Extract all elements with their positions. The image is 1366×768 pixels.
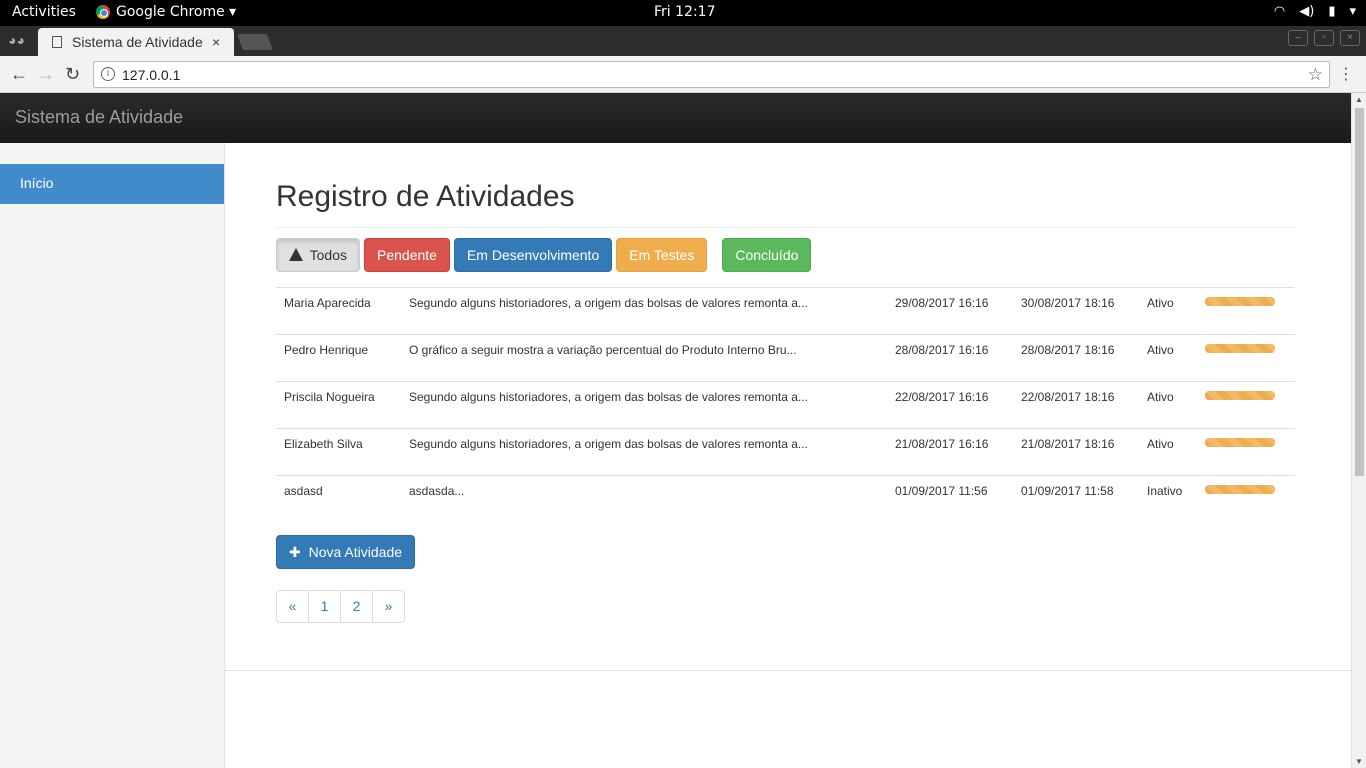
- activity-start: 01/09/2017 11:56: [895, 484, 988, 498]
- table-row[interactable]: Maria Aparecida Segundo alguns historiad…: [276, 287, 1295, 334]
- activity-name: Priscila Nogueira: [284, 390, 375, 404]
- activity-end: 28/08/2017 18:16: [1021, 343, 1115, 357]
- new-tab-button[interactable]: [237, 34, 273, 50]
- back-button[interactable]: ←: [10, 64, 28, 85]
- main-content: Registro de Atividades Todos Pendente Em…: [225, 143, 1351, 671]
- page-icon: [52, 36, 62, 48]
- battery-icon: ▮: [1328, 4, 1336, 19]
- activity-description: asdasda...: [409, 484, 465, 498]
- activity-description: Segundo alguns historiadores, a origem d…: [409, 437, 808, 451]
- filter-em-testes-button[interactable]: Em Testes: [616, 238, 708, 272]
- bookmark-star-icon[interactable]: ☆: [1308, 65, 1323, 85]
- activity-status: Ativo: [1147, 437, 1174, 451]
- activity-progress-bar: [1205, 344, 1275, 353]
- table-row[interactable]: asdasd asdasda... 01/09/2017 11:56 01/09…: [276, 475, 1295, 522]
- scroll-up-arrow-icon[interactable]: ▲: [1355, 95, 1363, 104]
- browser-tab[interactable]: Sistema de Atividade ×: [38, 28, 234, 56]
- activity-name: Maria Aparecida: [284, 296, 371, 310]
- new-activity-label: Nova Atividade: [308, 544, 403, 560]
- browser-toolbar: ← → ↻ i 127.0.0.1 ☆ ⋮: [0, 56, 1366, 93]
- app-navbar: Sistema de Atividade: [0, 93, 1351, 143]
- filter-em-desenvolvimento-button[interactable]: Em Desenvolvimento: [453, 238, 613, 272]
- activity-end: 30/08/2017 18:16: [1021, 296, 1115, 310]
- power-menu-icon: ▾: [1349, 4, 1356, 19]
- table-row[interactable]: Pedro Henrique O gráfico a seguir mostra…: [276, 334, 1295, 381]
- progress-fill: [1205, 297, 1275, 306]
- scrollbar-thumb[interactable]: [1355, 108, 1364, 476]
- maximize-button[interactable]: ▫: [1314, 30, 1334, 46]
- activity-description: O gráfico a seguir mostra a variação per…: [409, 343, 797, 357]
- pagination-page-1[interactable]: 1: [308, 590, 341, 623]
- minimize-button[interactable]: –: [1288, 30, 1308, 46]
- progress-fill: [1205, 438, 1275, 447]
- app-menu[interactable]: Google Chrome ▾: [96, 4, 236, 20]
- activity-progress-bar: [1205, 297, 1275, 306]
- activity-progress-bar: [1205, 391, 1275, 400]
- page-scrollbar[interactable]: ▲ ▼: [1351, 93, 1366, 768]
- activity-start: 29/08/2017 16:16: [895, 296, 989, 310]
- activity-status: Ativo: [1147, 296, 1174, 310]
- volume-icon: ◀): [1299, 4, 1315, 19]
- address-bar[interactable]: i 127.0.0.1 ☆: [93, 61, 1330, 88]
- incognito-icon: ◕◕: [8, 32, 25, 48]
- sidebar-item-inicio[interactable]: Início: [0, 164, 224, 204]
- chrome-icon: [96, 5, 110, 19]
- activity-description: Segundo alguns historiadores, a origem d…: [409, 296, 808, 310]
- pagination: « 1 2 »: [276, 590, 405, 623]
- activity-status: Ativo: [1147, 343, 1174, 357]
- activities-table: Maria Aparecida Segundo alguns historiad…: [276, 287, 1295, 522]
- tab-strip: ◕◕ Sistema de Atividade × – ▫ ×: [0, 26, 1366, 56]
- activity-progress-bar: [1205, 438, 1275, 447]
- app-menu-label: Google Chrome ▾: [116, 4, 237, 20]
- sidebar: Início: [0, 143, 225, 768]
- progress-fill: [1205, 485, 1275, 494]
- close-window-button[interactable]: ×: [1340, 30, 1360, 46]
- pagination-page-2[interactable]: 2: [340, 590, 373, 623]
- app-brand[interactable]: Sistema de Atividade: [15, 107, 183, 128]
- filter-todos-button[interactable]: Todos: [276, 238, 360, 272]
- activity-end: 01/09/2017 11:58: [1021, 484, 1114, 498]
- page-viewport: Sistema de Atividade Início Registro de …: [0, 93, 1351, 768]
- progress-fill: [1205, 344, 1275, 353]
- tab-title: Sistema de Atividade: [72, 34, 203, 50]
- tab-close-icon[interactable]: ×: [212, 34, 220, 50]
- activity-start: 21/08/2017 16:16: [895, 437, 989, 451]
- pagination-next[interactable]: »: [372, 590, 405, 623]
- new-activity-button[interactable]: ✚ Nova Atividade: [276, 535, 416, 569]
- activity-start: 22/08/2017 16:16: [895, 390, 989, 404]
- activity-start: 28/08/2017 16:16: [895, 343, 989, 357]
- filter-concluido-button[interactable]: Concluído: [722, 238, 812, 272]
- activity-name: asdasd: [284, 484, 323, 498]
- filter-pendente-button[interactable]: Pendente: [364, 238, 450, 272]
- activity-description: Segundo alguns historiadores, a origem d…: [409, 390, 808, 404]
- window-controls: – ▫ ×: [1288, 30, 1360, 46]
- reload-button[interactable]: ↻: [65, 64, 80, 85]
- activities-button[interactable]: Activities: [12, 4, 76, 20]
- activity-end: 21/08/2017 18:16: [1021, 437, 1115, 451]
- page-title: Registro de Atividades: [276, 180, 1295, 228]
- browser-menu-button[interactable]: ⋮: [1338, 64, 1354, 84]
- progress-fill: [1205, 391, 1275, 400]
- activity-status: Ativo: [1147, 390, 1174, 404]
- system-top-bar: Activities Google Chrome ▾ Fri 12:17 ◠ ◀…: [0, 0, 1366, 26]
- filter-todos-label: Todos: [309, 247, 347, 263]
- activity-name: Elizabeth Silva: [284, 437, 363, 451]
- system-tray[interactable]: ◠ ◀) ▮ ▾: [1274, 4, 1356, 19]
- forward-button[interactable]: →: [37, 64, 55, 85]
- activity-name: Pedro Henrique: [284, 343, 369, 357]
- warning-icon: [289, 248, 303, 261]
- activity-progress-bar: [1205, 485, 1275, 494]
- table-row[interactable]: Elizabeth Silva Segundo alguns historiad…: [276, 428, 1295, 475]
- pagination-previous[interactable]: «: [276, 590, 309, 623]
- table-row[interactable]: Priscila Nogueira Segundo alguns histori…: [276, 381, 1295, 428]
- plus-icon: ✚: [289, 544, 301, 560]
- url-text: 127.0.0.1: [122, 67, 181, 83]
- clock[interactable]: Fri 12:17: [654, 4, 715, 20]
- scroll-down-arrow-icon[interactable]: ▼: [1355, 757, 1363, 766]
- status-filter-group: Todos Pendente Em Desenvolvimento Em Tes…: [276, 238, 812, 272]
- activity-end: 22/08/2017 18:16: [1021, 390, 1115, 404]
- info-icon[interactable]: i: [101, 67, 115, 81]
- activity-status: Inativo: [1147, 484, 1183, 498]
- wifi-icon: ◠: [1273, 4, 1286, 19]
